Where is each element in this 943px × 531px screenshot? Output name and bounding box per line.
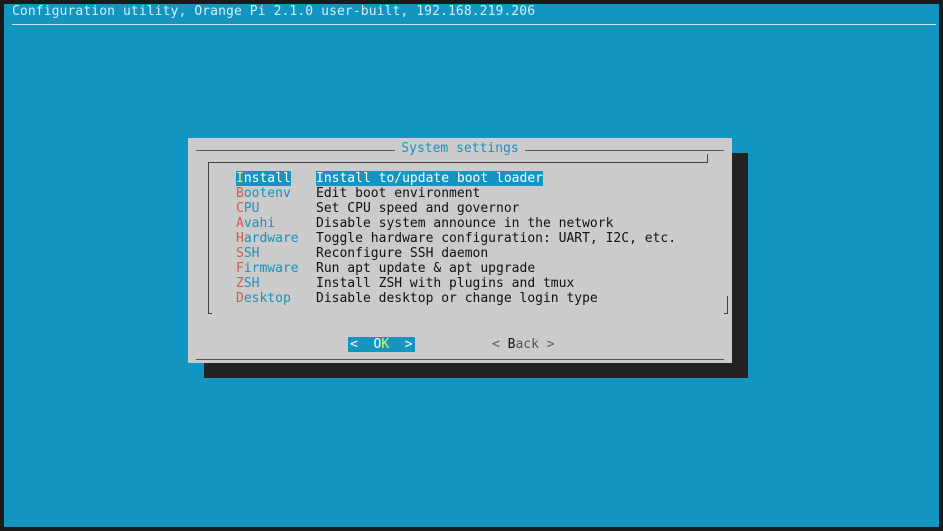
- menu-item-description: Install ZSH with plugins and tmux: [316, 276, 575, 291]
- back-button[interactable]: < Back >: [492, 337, 555, 352]
- system-settings-dialog: System settings Install Install to/updat…: [188, 138, 732, 363]
- menu-item-description: Set CPU speed and governor: [316, 201, 520, 216]
- menu-item-cpu[interactable]: CPU Set CPU speed and governor: [236, 201, 520, 216]
- ok-button[interactable]: < OK >: [348, 337, 415, 352]
- menu-item-tag: Install: [236, 171, 291, 186]
- menu-item-tag: CPU: [236, 201, 260, 216]
- backtitle: Configuration utility, Orange Pi 2.1.0 u…: [12, 4, 536, 19]
- dialog-title-bar: System settings: [188, 141, 732, 156]
- menu-item-description: Disable desktop or change login type: [316, 291, 598, 306]
- menu-item-tag: Hardware: [236, 231, 299, 246]
- menu-item-tag: Bootenv: [236, 186, 291, 201]
- menu-item-desktop[interactable]: Desktop Disable desktop or change login …: [236, 291, 598, 306]
- menu-item-tag: Desktop: [236, 291, 291, 306]
- menu-item-description: Install to/update boot loader: [316, 171, 543, 186]
- menu-item-bootenv[interactable]: Bootenv Edit boot environment: [236, 186, 480, 201]
- menu-list: Install Install to/update boot loader Bo…: [236, 171, 676, 306]
- dialog-bottom-border: [196, 359, 724, 360]
- menu-item-description: Edit boot environment: [316, 186, 481, 201]
- menu-item-tag: Avahi: [236, 216, 276, 231]
- terminal-screen: Configuration utility, Orange Pi 2.1.0 u…: [4, 4, 939, 527]
- menu-item-firmware[interactable]: Firmware Run apt update & apt upgrade: [236, 261, 535, 276]
- menu-item-description: Disable system announce in the network: [316, 216, 614, 231]
- menu-item-zsh[interactable]: ZSH Install ZSH with plugins and tmux: [236, 276, 574, 291]
- menu-item-tag: SSH: [236, 246, 260, 261]
- menu-item-description: Toggle hardware configuration: UART, I2C…: [316, 231, 677, 246]
- menu-item-ssh[interactable]: SSH Reconfigure SSH daemon: [236, 246, 488, 261]
- menu-item-description: Run apt update & apt upgrade: [316, 261, 536, 276]
- menu-item-hardware[interactable]: Hardware Toggle hardware configuration: …: [236, 231, 676, 246]
- menu-item-avahi[interactable]: Avahi Disable system announce in the net…: [236, 216, 613, 231]
- backtitle-divider: [12, 24, 936, 25]
- menu-item-install[interactable]: Install Install to/update boot loader: [236, 171, 543, 186]
- menu-item-description: Reconfigure SSH daemon: [316, 246, 489, 261]
- menu-item-tag: Firmware: [236, 261, 299, 276]
- dialog-title: System settings: [395, 141, 525, 156]
- menu-item-tag: ZSH: [236, 276, 260, 291]
- dialog-buttons: < OK > < Back >: [348, 337, 555, 397]
